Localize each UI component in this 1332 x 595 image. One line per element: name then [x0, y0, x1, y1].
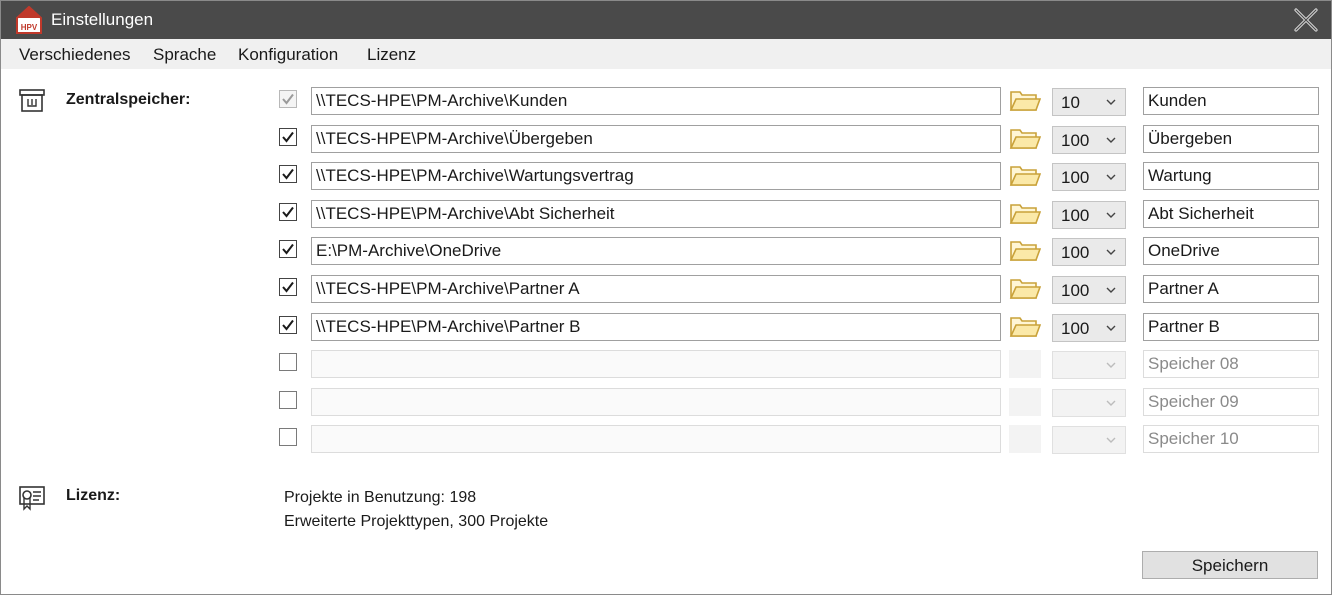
house-logo-icon: HPV [16, 6, 42, 34]
browse-folder-button-1[interactable] [1009, 87, 1042, 115]
close-icon[interactable] [1292, 7, 1320, 33]
menu-lizenz[interactable]: Lizenz [367, 45, 416, 65]
project-limit-dropdown-6[interactable]: 100 [1052, 276, 1126, 304]
storage-checkbox-1 [279, 90, 297, 108]
project-limit-dropdown-9[interactable] [1052, 389, 1126, 417]
project-limit-value: 100 [1061, 319, 1090, 338]
browse-folder-button-2[interactable] [1009, 125, 1042, 153]
storage-checkbox-4[interactable] [279, 203, 297, 221]
project-limit-value: 100 [1061, 206, 1090, 225]
storage-checkbox-6[interactable] [279, 278, 297, 296]
storage-name-field-1[interactable]: Kunden [1143, 87, 1319, 115]
browse-folder-button-3[interactable] [1009, 162, 1042, 190]
storage-name-field-9[interactable]: Speicher 09 [1143, 388, 1319, 416]
project-limit-dropdown-7[interactable]: 100 [1052, 314, 1126, 342]
project-limit-value: 100 [1061, 131, 1090, 150]
storage-checkbox-5[interactable] [279, 240, 297, 258]
project-limit-value: 100 [1061, 168, 1090, 187]
storage-path-field-10[interactable] [311, 425, 1001, 453]
save-button[interactable]: Speichern [1142, 551, 1318, 579]
chevron-down-icon [1106, 212, 1116, 218]
project-limit-dropdown-3[interactable]: 100 [1052, 163, 1126, 191]
storage-path-field-8[interactable] [311, 350, 1001, 378]
project-limit-dropdown-4[interactable]: 100 [1052, 201, 1126, 229]
storage-path-field-3[interactable]: \\TECS-HPE\PM-Archive\Wartungsvertrag [311, 162, 1001, 190]
license-label: Lizenz: [66, 487, 121, 504]
menu-bar: Verschiedenes Sprache Konfiguration Lize… [1, 39, 1331, 69]
storage-checkbox-7[interactable] [279, 316, 297, 334]
storage-name-field-3[interactable]: Wartung [1143, 162, 1319, 190]
browse-folder-button-9[interactable] [1009, 388, 1041, 416]
storage-name-field-10[interactable]: Speicher 10 [1143, 425, 1319, 453]
certificate-icon [19, 486, 45, 511]
folder-icon [1009, 279, 1042, 299]
folder-icon [1009, 129, 1042, 149]
project-limit-dropdown-5[interactable]: 100 [1052, 238, 1126, 266]
folder-icon [1009, 204, 1042, 224]
title-bar: HPV Einstellungen [1, 1, 1331, 39]
chevron-down-icon [1106, 325, 1116, 331]
storage-label: Zentralspeicher: [66, 91, 191, 108]
license-usage-text: Projekte in Benutzung: 198 [284, 489, 477, 506]
menu-verschiedenes[interactable]: Verschiedenes [19, 45, 131, 65]
chevron-down-icon [1106, 362, 1116, 368]
storage-path-field-1[interactable]: \\TECS-HPE\PM-Archive\Kunden [311, 87, 1001, 115]
folder-icon [1009, 317, 1042, 337]
project-limit-value: 10 [1061, 93, 1080, 112]
browse-folder-button-5[interactable] [1009, 237, 1042, 265]
project-limit-value: 100 [1061, 281, 1090, 300]
storage-name-field-5[interactable]: OneDrive [1143, 237, 1319, 265]
chevron-down-icon [1106, 99, 1116, 105]
storage-name-field-6[interactable]: Partner A [1143, 275, 1319, 303]
storage-name-field-8[interactable]: Speicher 08 [1143, 350, 1319, 378]
checkmark-icon [282, 93, 294, 105]
browse-folder-button-6[interactable] [1009, 275, 1042, 303]
chevron-down-icon [1106, 400, 1116, 406]
project-limit-dropdown-10[interactable] [1052, 426, 1126, 454]
logo-text: HPV [21, 23, 38, 32]
storage-checkbox-10[interactable] [279, 428, 297, 446]
storage-path-field-5[interactable]: E:\PM-Archive\OneDrive [311, 237, 1001, 265]
storage-icon [19, 89, 45, 112]
project-limit-dropdown-8[interactable] [1052, 351, 1126, 379]
menu-sprache[interactable]: Sprache [153, 45, 216, 65]
checkmark-icon [282, 243, 294, 255]
chevron-down-icon [1106, 137, 1116, 143]
project-limit-dropdown-2[interactable]: 100 [1052, 126, 1126, 154]
menu-konfiguration[interactable]: Konfiguration [238, 45, 338, 65]
chevron-down-icon [1106, 287, 1116, 293]
checkmark-icon [282, 319, 294, 331]
project-limit-value: 100 [1061, 243, 1090, 262]
license-type-text: Erweiterte Projekttypen, 300 Projekte [284, 513, 549, 530]
storage-checkbox-8[interactable] [279, 353, 297, 371]
browse-folder-button-8[interactable] [1009, 350, 1041, 378]
chevron-down-icon [1106, 437, 1116, 443]
chevron-down-icon [1106, 249, 1116, 255]
folder-icon [1009, 241, 1042, 261]
storage-name-field-2[interactable]: Übergeben [1143, 125, 1319, 153]
checkmark-icon [282, 281, 294, 293]
project-limit-dropdown-1[interactable]: 10 [1052, 88, 1126, 116]
settings-window: HPV Einstellungen Verschiedenes Sprache … [0, 0, 1332, 595]
browse-folder-button-7[interactable] [1009, 313, 1042, 341]
storage-checkbox-9[interactable] [279, 391, 297, 409]
storage-name-field-4[interactable]: Abt Sicherheit [1143, 200, 1319, 228]
storage-path-field-7[interactable]: \\TECS-HPE\PM-Archive\Partner B [311, 313, 1001, 341]
checkmark-icon [282, 168, 294, 180]
storage-path-field-2[interactable]: \\TECS-HPE\PM-Archive\Übergeben [311, 125, 1001, 153]
checkmark-icon [282, 131, 294, 143]
browse-folder-button-10[interactable] [1009, 425, 1041, 453]
window-title: Einstellungen [51, 10, 154, 29]
storage-checkbox-3[interactable] [279, 165, 297, 183]
browse-folder-button-4[interactable] [1009, 200, 1042, 228]
folder-icon [1009, 166, 1042, 186]
chevron-down-icon [1106, 174, 1116, 180]
storage-name-field-7[interactable]: Partner B [1143, 313, 1319, 341]
storage-path-field-9[interactable] [311, 388, 1001, 416]
checkmark-icon [282, 206, 294, 218]
storage-path-field-6[interactable]: \\TECS-HPE\PM-Archive\Partner A [311, 275, 1001, 303]
folder-icon [1009, 91, 1042, 111]
storage-path-field-4[interactable]: \\TECS-HPE\PM-Archive\Abt Sicherheit [311, 200, 1001, 228]
storage-checkbox-2[interactable] [279, 128, 297, 146]
